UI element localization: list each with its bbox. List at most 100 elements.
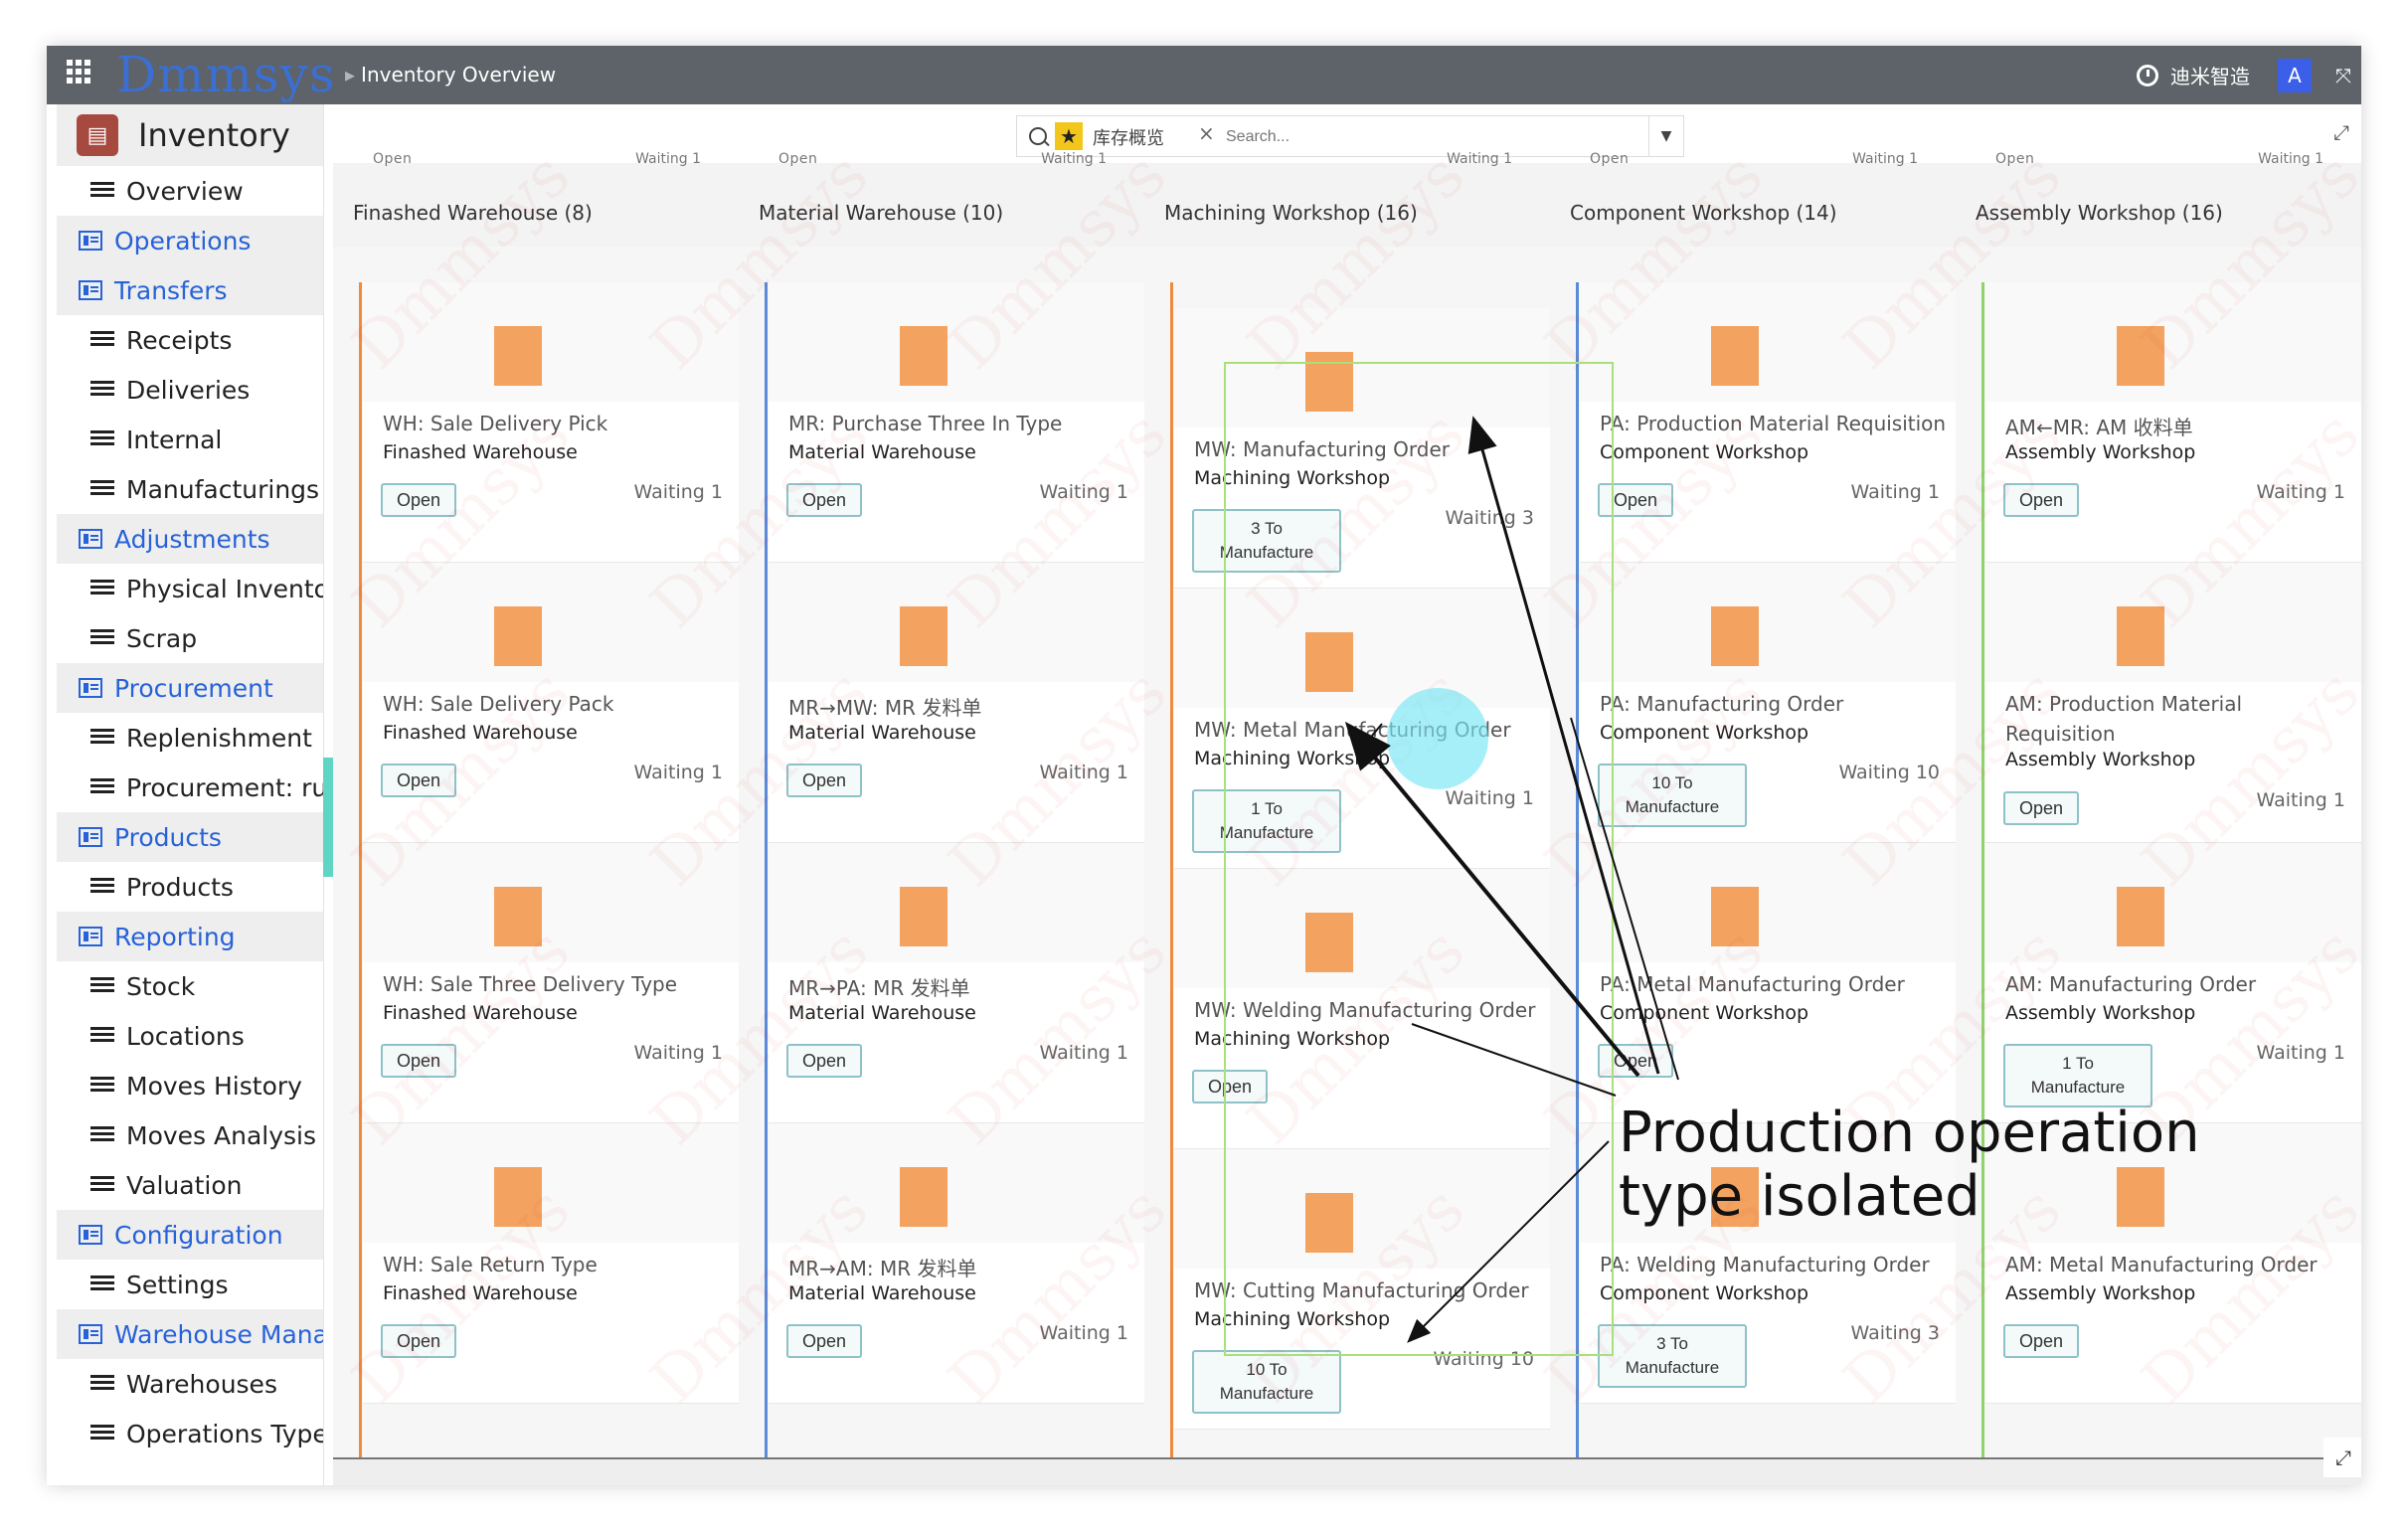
open-button[interactable]: Open bbox=[786, 764, 863, 797]
waiting-count-link[interactable]: Waiting 1 bbox=[1040, 481, 1128, 503]
waiting-count-link[interactable]: Waiting 1 bbox=[1040, 1322, 1128, 1344]
kanban-card[interactable]: MR→MW: MR 发料单 Material Warehouse Open Waiti… bbox=[769, 563, 1146, 843]
sidebar-item-warehouse-manag[interactable]: Warehouse Manag bbox=[57, 1309, 323, 1359]
search-input[interactable] bbox=[1224, 122, 1626, 152]
company-switcher[interactable]: 迪米智造 bbox=[2170, 61, 2250, 89]
kanban-card[interactable]: MR: Purchase Three In Type Material Wareh… bbox=[769, 282, 1146, 563]
kanban-card[interactable]: AM: Production Material Requisition Assemb… bbox=[1985, 563, 2361, 843]
waiting-count-link[interactable]: Waiting 1 bbox=[2257, 789, 2345, 811]
waiting-count-link[interactable]: Waiting 1 bbox=[1446, 787, 1534, 809]
card-title[interactable]: AM: Metal Manufacturing Order bbox=[2005, 1253, 2318, 1276]
kanban-card[interactable]: WH: Sale Delivery Pack Finashed Warehouse… bbox=[363, 563, 741, 843]
open-button[interactable]: Open bbox=[1598, 483, 1674, 517]
to-manufacture-button[interactable]: 10 To Manufacture bbox=[1192, 1350, 1341, 1414]
sidebar-item-adjustments[interactable]: Adjustments bbox=[57, 514, 323, 564]
sidebar-item-warehouses[interactable]: Warehouses bbox=[57, 1359, 323, 1409]
kanban-card[interactable]: MW: Cutting Manufacturing Order Machining… bbox=[1174, 1149, 1552, 1430]
kanban-card[interactable]: WH: Sale Return Type Finashed Warehouse Op… bbox=[363, 1123, 741, 1404]
waiting-count-link[interactable]: Waiting 1 bbox=[634, 1042, 723, 1064]
sidebar-item-transfers[interactable]: Transfers bbox=[57, 265, 323, 315]
card-title[interactable]: WH: Sale Three Delivery Type bbox=[383, 972, 677, 996]
close-icon[interactable]: × bbox=[1198, 121, 1215, 145]
waiting-count-link[interactable]: Waiting 1 bbox=[634, 481, 723, 503]
clock-icon[interactable] bbox=[2137, 64, 2158, 86]
sidebar-item-operations[interactable]: Operations bbox=[57, 216, 323, 265]
sidebar-item-configuration[interactable]: Configuration bbox=[57, 1210, 323, 1260]
card-title[interactable]: PA: Production Material Requisition bbox=[1600, 412, 1946, 435]
sidebar-item-reporting[interactable]: Reporting bbox=[57, 912, 323, 961]
card-title[interactable]: WH: Sale Delivery Pick bbox=[383, 412, 607, 435]
sidebar-item-moves-history[interactable]: Moves History bbox=[57, 1061, 323, 1110]
open-button[interactable]: Open bbox=[2003, 1324, 2080, 1358]
sidebar-item-stock[interactable]: Stock bbox=[57, 961, 323, 1011]
open-button[interactable]: Open bbox=[2003, 483, 2080, 517]
kanban-card[interactable]: PA: Metal Manufacturing Order Component W… bbox=[1580, 843, 1958, 1123]
card-title[interactable]: PA: Manufacturing Order bbox=[1600, 692, 1843, 716]
sidebar-item-valuation[interactable]: Valuation bbox=[57, 1160, 323, 1210]
card-title[interactable]: MR: Purchase Three In Type bbox=[788, 412, 1062, 435]
open-button[interactable]: Open bbox=[786, 1044, 863, 1078]
card-title[interactable]: PA: Metal Manufacturing Order bbox=[1600, 972, 1905, 996]
expand-icon[interactable]: ⤢ bbox=[2333, 120, 2349, 144]
sidebar-item-manufacturings[interactable]: Manufacturings bbox=[57, 464, 323, 514]
search-icon[interactable] bbox=[1029, 127, 1047, 145]
open-button[interactable]: Open bbox=[381, 1044, 457, 1078]
card-title[interactable]: MW: Cutting Manufacturing Order bbox=[1194, 1278, 1529, 1302]
user-avatar[interactable]: A bbox=[2278, 58, 2312, 92]
open-button[interactable]: Open bbox=[1598, 1044, 1674, 1078]
waiting-count-link[interactable]: Waiting 10 bbox=[1838, 762, 1940, 783]
waiting-count-link[interactable]: Waiting 1 bbox=[634, 762, 723, 783]
card-title[interactable]: MR→AM: MR 发料单 bbox=[788, 1253, 976, 1281]
kanban-card[interactable]: MR→PA: MR 发料单 Material Warehouse Open Waiti… bbox=[769, 843, 1146, 1123]
card-title[interactable]: PA: Welding Manufacturing Order bbox=[1600, 1253, 1930, 1276]
to-manufacture-button[interactable]: 10 To Manufacture bbox=[1598, 764, 1747, 827]
sidebar-item-procurement-run[interactable]: Procurement: run bbox=[57, 763, 323, 812]
sidebar-app-header[interactable]: ▤ Inventory bbox=[57, 104, 323, 166]
waiting-count-link[interactable]: Waiting 10 bbox=[1433, 1348, 1534, 1370]
sidebar-item-scrap[interactable]: Scrap bbox=[57, 613, 323, 663]
fullscreen-icon[interactable]: ⤧ bbox=[2335, 64, 2351, 87]
card-title[interactable]: MW: Welding Manufacturing Order bbox=[1194, 998, 1535, 1022]
expand-icon[interactable]: ⤢ bbox=[2323, 1438, 2361, 1477]
kanban-card[interactable]: PA: Production Material Requisition Compo… bbox=[1580, 282, 1958, 563]
card-title[interactable]: AM: Manufacturing Order bbox=[2005, 972, 2256, 996]
card-title[interactable]: MR→PA: MR 发料单 bbox=[788, 972, 970, 1001]
waiting-count-link[interactable]: Waiting 1 bbox=[2257, 481, 2345, 503]
kanban-card[interactable]: MW: Welding Manufacturing Order Machining… bbox=[1174, 869, 1552, 1149]
open-button[interactable]: Open bbox=[381, 764, 457, 797]
kanban-card[interactable]: WH: Sale Delivery Pick Finashed Warehouse… bbox=[363, 282, 741, 563]
open-button[interactable]: Open bbox=[381, 483, 457, 517]
card-title[interactable]: AM←MR: AM 收料单 bbox=[2005, 412, 2193, 440]
open-button[interactable]: Open bbox=[786, 1324, 863, 1358]
card-title[interactable]: WH: Sale Delivery Pack bbox=[383, 692, 613, 716]
open-button[interactable]: Open bbox=[381, 1324, 457, 1358]
chevron-down-icon[interactable]: ▼ bbox=[1648, 116, 1683, 156]
apps-grid-icon[interactable] bbox=[67, 60, 90, 84]
sidebar-item-operations-types[interactable]: Operations Types bbox=[57, 1409, 323, 1458]
waiting-count-link[interactable]: Waiting 1 bbox=[2257, 1042, 2345, 1064]
waiting-count-link[interactable]: Waiting 1 bbox=[1040, 762, 1128, 783]
sidebar-item-physical-inventory[interactable]: Physical Inventory bbox=[57, 564, 323, 613]
sidebar-item-settings[interactable]: Settings bbox=[57, 1260, 323, 1309]
sidebar-item-replenishment[interactable]: Replenishment bbox=[57, 713, 323, 763]
sidebar-item-products[interactable]: Products bbox=[57, 812, 323, 862]
card-title[interactable]: MR→MW: MR 发料单 bbox=[788, 692, 981, 721]
kanban-card[interactable]: AM: Manufacturing Order Assembly Workshop… bbox=[1985, 843, 2361, 1123]
sidebar-item-receipts[interactable]: Receipts bbox=[57, 315, 323, 365]
to-manufacture-button[interactable]: 1 To Manufacture bbox=[1192, 789, 1341, 853]
card-title[interactable]: WH: Sale Return Type bbox=[383, 1253, 598, 1276]
sidebar-item-overview[interactable]: Overview bbox=[57, 166, 323, 216]
to-manufacture-button[interactable]: 3 To Manufacture bbox=[1192, 509, 1341, 573]
sidebar-item-locations[interactable]: Locations bbox=[57, 1011, 323, 1061]
sidebar-item-moves-analysis[interactable]: Moves Analysis bbox=[57, 1110, 323, 1160]
waiting-count-link[interactable]: Waiting 1 bbox=[1040, 1042, 1128, 1064]
kanban-card[interactable]: AM←MR: AM 收料单 Assembly Workshop Open Waitin… bbox=[1985, 282, 2361, 563]
card-title[interactable]: MW: Manufacturing Order bbox=[1194, 437, 1450, 461]
kanban-card[interactable]: MW: Manufacturing Order Machining Worksho… bbox=[1174, 308, 1552, 589]
waiting-count-link[interactable]: Waiting 3 bbox=[1446, 507, 1534, 529]
sidebar-collapse-handle[interactable] bbox=[323, 758, 333, 877]
waiting-count-link[interactable]: Waiting 1 bbox=[1851, 481, 1940, 503]
to-manufacture-button[interactable]: 1 To Manufacture bbox=[2003, 1044, 2152, 1107]
open-button[interactable]: Open bbox=[2003, 791, 2080, 825]
kanban-card[interactable]: MW: Metal Manufacturing Order Machining W… bbox=[1174, 589, 1552, 869]
